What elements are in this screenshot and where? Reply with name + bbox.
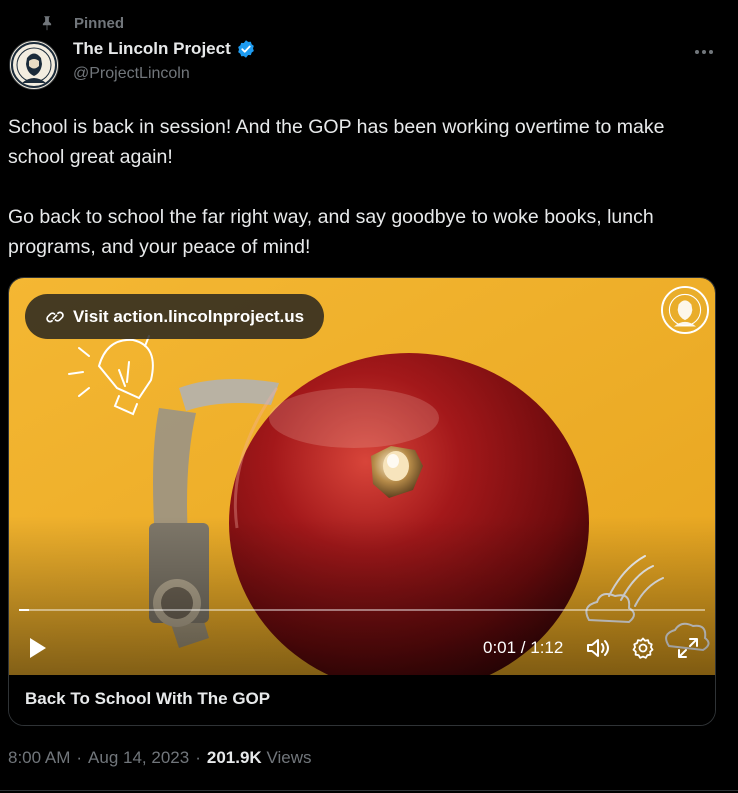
views-label: Views — [266, 748, 312, 767]
more-icon — [695, 50, 713, 54]
lincoln-logo-icon — [663, 288, 707, 332]
meta-separator: · — [195, 748, 201, 767]
video-progress-bar[interactable] — [19, 609, 705, 611]
more-options-button[interactable] — [690, 38, 718, 66]
video-title[interactable]: Back To School With The GOP — [25, 689, 270, 709]
avatar[interactable] — [9, 40, 59, 90]
lincoln-portrait-icon — [11, 42, 57, 88]
tweet-meta: 8:00 AM · Aug 14, 2023 · 201.9K Views — [8, 748, 311, 768]
video-player[interactable]: Visit action.lincolnproject.us 0:01 / 1:… — [9, 278, 715, 675]
video-title-bar[interactable]: Back To School With The GOP — [9, 675, 715, 725]
meta-separator: · — [76, 748, 83, 767]
channel-logo — [661, 286, 709, 334]
user-handle[interactable]: @ProjectLincoln — [73, 65, 190, 83]
divider — [0, 790, 738, 791]
tweet-time[interactable]: 8:00 AM — [8, 748, 70, 768]
video-progress-fill — [19, 609, 29, 611]
settings-icon[interactable] — [631, 636, 655, 660]
display-name[interactable]: The Lincoln Project — [73, 39, 231, 59]
pinned-label: Pinned — [74, 14, 125, 32]
pinned-indicator: Pinned — [38, 12, 124, 34]
view-count: 201.9K — [206, 748, 262, 767]
link-icon — [46, 311, 64, 322]
video-time: 0:01 / 1:12 — [483, 638, 564, 657]
tweet-text: School is back in session! And the GOP h… — [8, 116, 665, 258]
play-icon[interactable] — [25, 636, 49, 660]
verified-badge-icon — [237, 40, 254, 58]
visit-link-label[interactable]: Visit action.lincolnproject.us — [73, 307, 304, 327]
author-name-line[interactable]: The Lincoln Project — [73, 39, 256, 59]
pin-icon — [42, 16, 52, 31]
volume-icon[interactable] — [585, 636, 611, 660]
visit-link-button[interactable]: Visit action.lincolnproject.us — [25, 294, 325, 339]
video-card[interactable]: Visit action.lincolnproject.us 0:01 / 1:… — [8, 277, 716, 726]
tweet-date[interactable]: Aug 14, 2023 — [88, 748, 189, 768]
fullscreen-icon[interactable] — [676, 636, 700, 660]
